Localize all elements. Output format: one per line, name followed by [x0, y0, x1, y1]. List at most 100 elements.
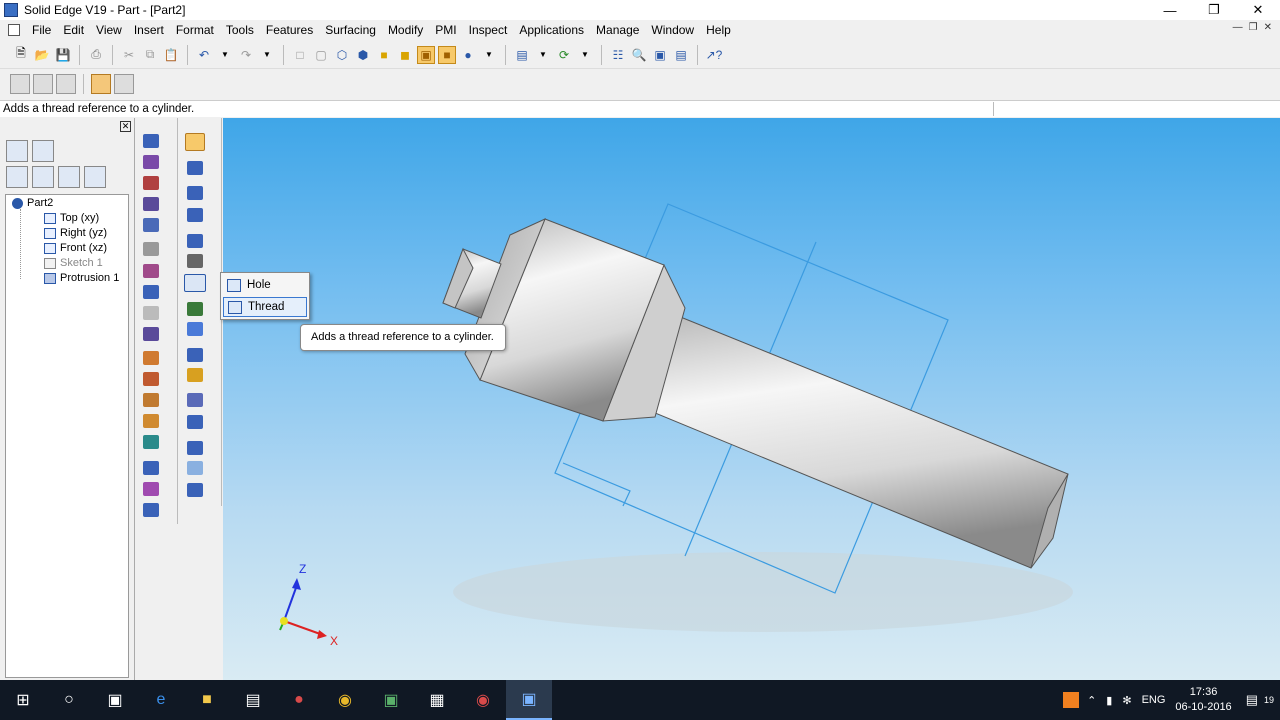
plane-tool-icon[interactable] [187, 186, 203, 200]
family-of-parts-icon[interactable] [32, 140, 54, 162]
feature-library-icon[interactable] [10, 74, 30, 94]
cutout-icon[interactable] [143, 176, 159, 190]
shading-icon[interactable]: ◼ [396, 46, 414, 64]
chrome-icon[interactable]: ◉ [322, 680, 368, 720]
file-explorer-icon[interactable]: ■ [184, 680, 230, 720]
chamfer-icon[interactable] [143, 372, 159, 386]
wifi-icon[interactable]: ✻ [1122, 694, 1131, 707]
render-dropdown-icon[interactable]: ▼ [480, 46, 498, 64]
sensors-icon[interactable] [84, 166, 106, 188]
copy-part-icon[interactable] [187, 234, 203, 248]
3d-viewport[interactable]: Z X [223, 118, 1280, 680]
layer-icon[interactable] [91, 74, 111, 94]
menu-insert[interactable]: Insert [128, 23, 170, 37]
app2-icon[interactable]: ▦ [414, 680, 460, 720]
measure-icon[interactable] [187, 483, 203, 497]
helix-icon[interactable] [143, 306, 159, 320]
task-view-icon[interactable]: ▣ [92, 680, 138, 720]
language-indicator[interactable]: ENG [1142, 694, 1166, 706]
sketch-tool-icon[interactable] [187, 161, 203, 175]
doc-minimize-icon[interactable]: — [1233, 22, 1243, 33]
thicken-icon[interactable] [187, 393, 203, 407]
feature-pathfinder-icon[interactable] [6, 140, 28, 162]
views-dropdown-icon[interactable]: ▼ [534, 46, 552, 64]
web-network-icon[interactable] [143, 435, 159, 449]
grid-icon[interactable] [114, 74, 134, 94]
app-icon[interactable]: ● [276, 680, 322, 720]
union-icon[interactable] [187, 368, 203, 382]
coordinate-system-icon[interactable] [187, 208, 203, 222]
copy-icon[interactable]: ⧉ [141, 46, 159, 64]
help-pointer-icon[interactable]: ↗? [705, 46, 723, 64]
revolve-icon[interactable] [143, 197, 159, 211]
menu-features[interactable]: Features [260, 23, 319, 37]
hole-feature-icon[interactable] [143, 242, 159, 256]
undo-dropdown-icon[interactable]: ▼ [216, 46, 234, 64]
menu-pmi[interactable]: PMI [429, 23, 462, 37]
menu-applications[interactable]: Applications [513, 23, 590, 37]
offset-surface-icon[interactable] [187, 461, 203, 475]
tree-item-sketch1[interactable]: Sketch 1 [44, 257, 103, 269]
zoom-icon[interactable]: 🔍 [630, 46, 648, 64]
part-library-icon[interactable] [32, 166, 54, 188]
move-faces-icon[interactable] [187, 441, 203, 455]
add-body-icon[interactable] [143, 503, 159, 517]
redo-dropdown-icon[interactable]: ▼ [258, 46, 276, 64]
menu-format[interactable]: Format [170, 23, 220, 37]
thread-menu-item[interactable]: Thread [223, 297, 307, 317]
new-icon[interactable]: 🗎 [12, 46, 30, 64]
close-icon[interactable]: ✕ [1236, 0, 1280, 20]
draft-icon[interactable] [143, 393, 159, 407]
menu-edit[interactable]: Edit [57, 23, 90, 37]
feature-tree-tab-icon[interactable] [6, 166, 28, 188]
tree-item-right-plane[interactable]: Right (yz) [44, 227, 107, 239]
select-tool-icon[interactable] [143, 134, 159, 148]
shaded-edges-icon[interactable]: ▣ [417, 45, 435, 64]
photos-icon[interactable]: ▣ [368, 680, 414, 720]
pan-icon[interactable]: ▤ [672, 46, 690, 64]
menu-window[interactable]: Window [645, 23, 700, 37]
document-icon[interactable] [8, 24, 20, 36]
menu-surfacing[interactable]: Surfacing [319, 23, 382, 37]
battery-icon[interactable]: ▮ [1106, 694, 1112, 707]
hole-flyout-button[interactable] [184, 274, 206, 292]
edge-icon[interactable]: e [138, 680, 184, 720]
sweep-icon[interactable] [143, 264, 159, 278]
menu-view[interactable]: View [90, 23, 128, 37]
cut-icon[interactable]: ✂ [120, 46, 138, 64]
menu-help[interactable]: Help [700, 23, 737, 37]
print-icon[interactable]: ⎙ [87, 46, 105, 64]
thin-wall-icon[interactable] [143, 327, 159, 341]
rotate-dropdown-icon[interactable]: ▼ [576, 46, 594, 64]
notification-app-icon[interactable] [1063, 692, 1080, 708]
tree-item-protrusion1[interactable]: Protrusion 1 [44, 272, 119, 284]
rib-icon[interactable] [143, 414, 159, 428]
close-pane-icon[interactable]: ✕ [120, 121, 131, 132]
cortana-icon[interactable]: ○ [46, 680, 92, 720]
store-icon[interactable]: ▤ [230, 680, 276, 720]
tree-item-top-plane[interactable]: Top (xy) [44, 212, 99, 224]
doc-restore-icon[interactable]: ❐ [1249, 22, 1258, 33]
menu-inspect[interactable]: Inspect [463, 23, 514, 37]
tree-root-part2[interactable]: Part2 [12, 197, 53, 209]
open-icon[interactable]: 📂 [33, 46, 51, 64]
view-dimetric-icon[interactable]: ⬢ [354, 46, 372, 64]
loft-icon[interactable] [143, 285, 159, 299]
menu-manage[interactable]: Manage [590, 23, 645, 37]
clock[interactable]: 17:36 06-10-2016 [1175, 685, 1231, 715]
intersection-icon[interactable] [187, 348, 203, 362]
redo-icon[interactable]: ↷ [237, 46, 255, 64]
hole-menu-item[interactable]: Hole [223, 275, 307, 295]
fit-icon[interactable]: ▣ [651, 46, 669, 64]
undo-icon[interactable]: ↶ [195, 46, 213, 64]
zoom-window-icon[interactable]: ▢ [312, 46, 330, 64]
tree-item-front-plane[interactable]: Front (xz) [44, 242, 107, 254]
rotate-icon[interactable]: ⟳ [555, 46, 573, 64]
protrusion-icon[interactable] [143, 155, 159, 169]
zoom-area-icon[interactable]: ☷ [609, 46, 627, 64]
menu-modify[interactable]: Modify [382, 23, 429, 37]
curve-icon[interactable] [187, 254, 203, 268]
solid-edge-taskbar-icon[interactable]: ▣ [506, 680, 552, 720]
pattern-icon[interactable] [143, 482, 159, 496]
restore-icon[interactable]: ❐ [1192, 0, 1236, 20]
